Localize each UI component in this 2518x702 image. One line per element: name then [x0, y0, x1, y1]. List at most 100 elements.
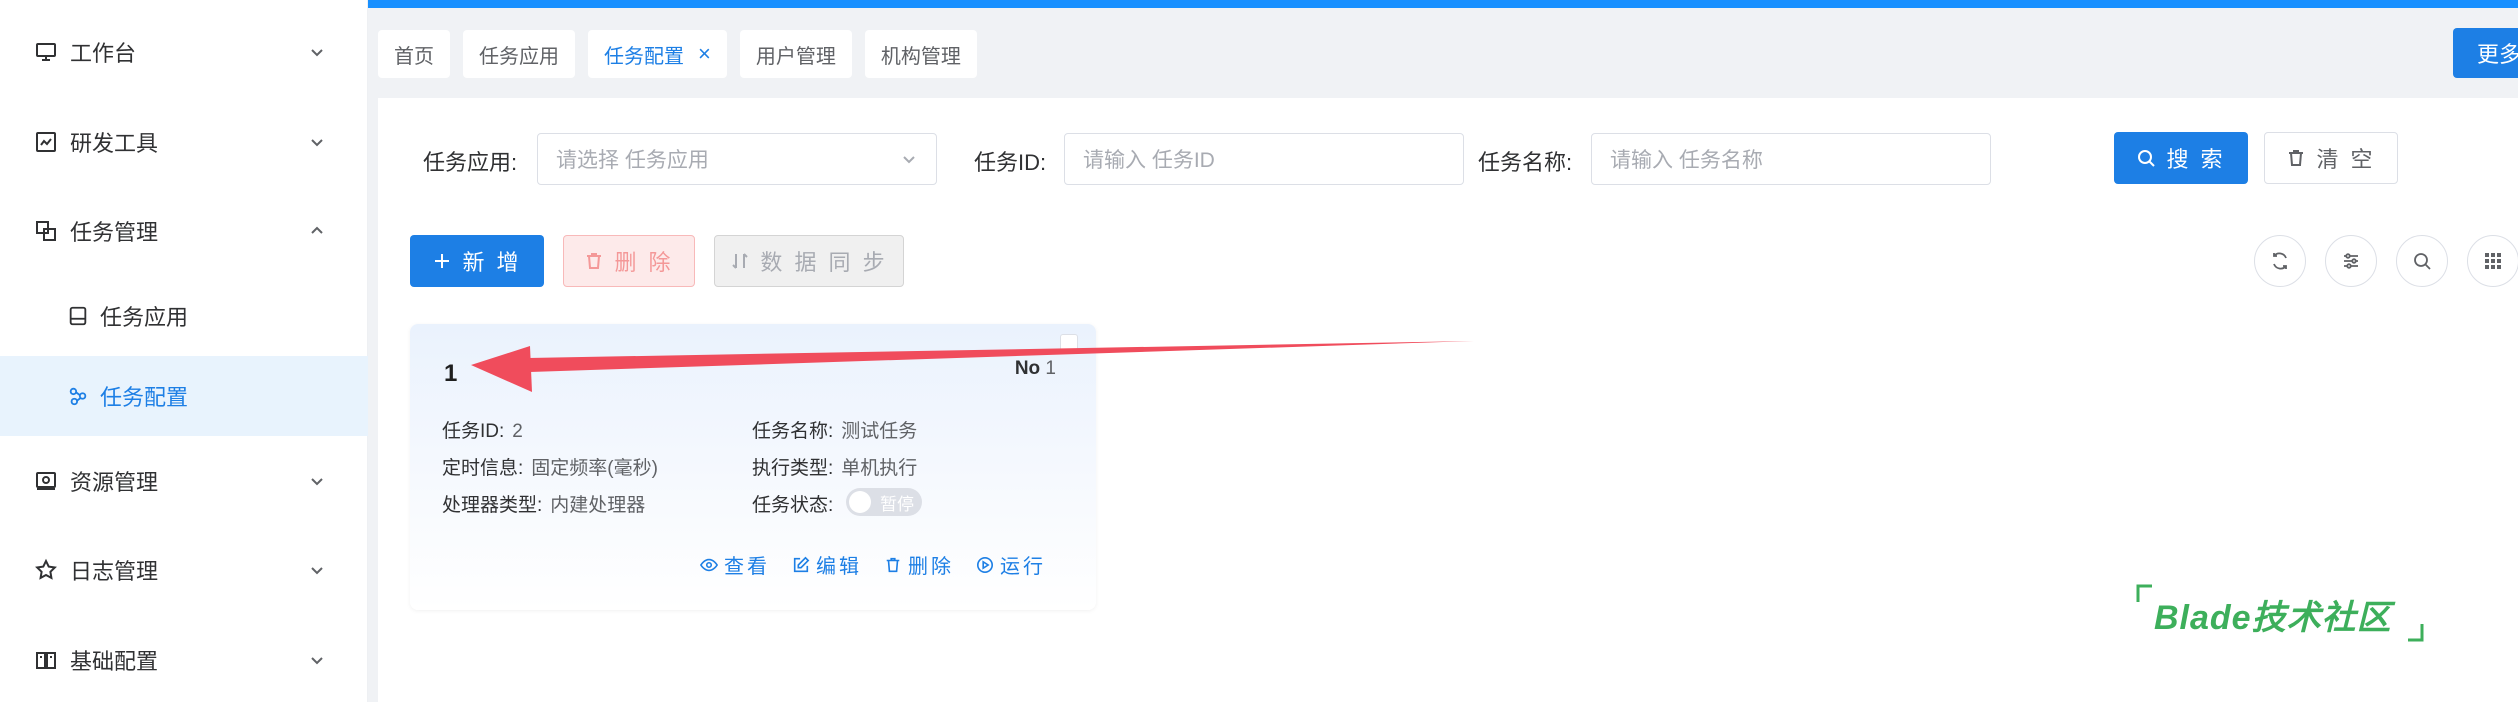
- sidebar-item-dev-tools[interactable]: 研发工具: [0, 97, 368, 187]
- tab-label: 任务配置: [604, 45, 684, 68]
- task-name-input[interactable]: 请输入 任务名称: [1591, 133, 1991, 185]
- search-button[interactable]: 搜 索: [2114, 132, 2248, 184]
- book-icon: [32, 646, 60, 674]
- sync-button-label: 数 据 同 步: [760, 250, 888, 275]
- clear-button-label: 清 空: [2316, 147, 2376, 172]
- tab-home[interactable]: 首页: [378, 30, 450, 78]
- task-name-label: 任务名称:: [1478, 150, 1573, 175]
- status-switch[interactable]: 暂停: [846, 488, 922, 516]
- task-icon: [32, 217, 60, 245]
- field-value: 2: [512, 421, 523, 442]
- task-app-placeholder: 请选择 任务应用: [556, 149, 709, 172]
- field-handler: 处理器类型: 内建处理器: [442, 490, 645, 517]
- watermark-text: Blade技术社区: [2154, 599, 2392, 637]
- task-id-input[interactable]: 请输入 任务ID: [1064, 133, 1464, 185]
- sidebar-item-task-management[interactable]: 任务管理: [0, 186, 368, 276]
- chevron-down-icon: [311, 657, 323, 665]
- field-schedule: 定时信息: 固定频率(毫秒): [442, 453, 658, 480]
- card-title: 1: [444, 360, 458, 387]
- field-value: 测试任务: [841, 421, 918, 442]
- search-icon: [2136, 148, 2156, 168]
- tab-task-config[interactable]: 任务配置 ×: [588, 30, 727, 78]
- more-button[interactable]: 更多: [2453, 28, 2518, 78]
- add-button-label: 新 增: [462, 250, 522, 275]
- play-circle-icon: [976, 556, 994, 574]
- sidebar-item-label: 日志管理: [70, 559, 159, 584]
- card-no-value: 1: [1045, 358, 1056, 379]
- sidebar-item-label: 基础配置: [70, 649, 159, 674]
- task-id-label: 任务ID:: [974, 150, 1047, 175]
- card-checkbox[interactable]: [1060, 334, 1078, 352]
- app-icon: [64, 302, 92, 330]
- task-name-placeholder: 请输入 任务名称: [1610, 149, 1763, 172]
- sidebar-subitem-label: 任务配置: [100, 385, 189, 410]
- watermark-logo: Blade技术社区: [2130, 578, 2430, 648]
- delete-action[interactable]: 删除: [884, 550, 954, 579]
- tab-org-management[interactable]: 机构管理: [864, 30, 977, 78]
- field-label: 定时信息:: [442, 458, 524, 479]
- card-number: No 1: [1015, 358, 1056, 380]
- chevron-up-icon: [311, 226, 323, 234]
- run-action[interactable]: 运行: [976, 550, 1046, 579]
- chevron-down-icon: [311, 49, 323, 57]
- field-status: 任务状态:: [752, 490, 833, 517]
- trash-icon: [2286, 148, 2306, 168]
- tab-label: 首页: [394, 45, 434, 68]
- edit-icon: [792, 556, 810, 574]
- tab-label: 用户管理: [755, 45, 836, 68]
- tab-bar: 首页 任务应用 任务配置 × 用户管理 机构管理: [378, 30, 977, 78]
- star-icon: [32, 556, 60, 584]
- view-action[interactable]: 查看: [700, 550, 770, 579]
- chevron-down-icon: [311, 139, 323, 147]
- refresh-button[interactable]: [2254, 235, 2306, 287]
- sidebar-subitem-task-config[interactable]: 任务配置: [0, 356, 368, 436]
- sidebar-item-label: 研发工具: [70, 131, 159, 156]
- clear-button[interactable]: 清 空: [2264, 132, 2398, 184]
- resource-icon: [32, 467, 60, 495]
- more-label: 更多: [2477, 42, 2518, 67]
- field-task-id: 任务ID: 2: [442, 416, 523, 443]
- sidebar-item-workbench[interactable]: 工作台: [0, 7, 368, 97]
- sidebar-item-resource[interactable]: 资源管理: [0, 436, 368, 526]
- task-app-label: 任务应用:: [423, 150, 518, 175]
- tab-user-management[interactable]: 用户管理: [739, 30, 852, 78]
- sync-button[interactable]: 数 据 同 步: [714, 235, 904, 287]
- filter-button[interactable]: [2325, 235, 2377, 287]
- top-accent-bar: [368, 0, 2518, 8]
- sidebar-subitem-label: 任务应用: [100, 305, 189, 330]
- edit-action-label: 编辑: [816, 556, 862, 578]
- sidebar-item-basic-config[interactable]: 基础配置: [0, 615, 368, 702]
- add-button[interactable]: 新 增: [410, 235, 544, 287]
- grid-view-button[interactable]: [2467, 235, 2518, 287]
- field-value: 单机执行: [841, 458, 918, 479]
- search-icon: [2414, 253, 2431, 270]
- trash-icon: [884, 556, 902, 574]
- close-icon[interactable]: ×: [698, 41, 711, 67]
- task-card[interactable]: 1 No 1 任务ID: 2 任务名称: 测试任务 定时信息: 固定频率(毫秒) 执行…: [410, 324, 1096, 610]
- sidebar-item-label: 任务管理: [70, 220, 159, 245]
- field-label: 执行类型:: [752, 458, 834, 479]
- field-exec-type: 执行类型: 单机执行: [752, 453, 917, 480]
- tab-task-app[interactable]: 任务应用: [463, 30, 575, 78]
- toggle-search-button[interactable]: [2396, 235, 2448, 287]
- edit-action[interactable]: 编辑: [792, 550, 862, 579]
- refresh-icon: [2273, 252, 2287, 270]
- eye-icon: [700, 556, 718, 574]
- switch-label: 暂停: [880, 494, 914, 514]
- field-task-name: 任务名称: 测试任务: [752, 416, 917, 443]
- sidebar-item-log[interactable]: 日志管理: [0, 525, 368, 615]
- field-label: 任务状态:: [752, 495, 834, 516]
- delete-button[interactable]: 删 除: [563, 235, 695, 287]
- delete-action-label: 删除: [908, 556, 954, 578]
- tab-label: 任务应用: [479, 45, 559, 68]
- chevron-down-icon: [903, 156, 915, 164]
- sidebar-subitem-task-app[interactable]: 任务应用: [0, 276, 368, 356]
- card-no-label: No: [1014, 358, 1041, 379]
- plus-icon: [432, 251, 452, 271]
- sliders-icon: [2344, 253, 2358, 269]
- delete-button-label: 删 除: [614, 250, 674, 275]
- sidebar-item-label: 工作台: [70, 41, 137, 66]
- chevron-down-icon: [311, 567, 323, 575]
- config-icon: [64, 382, 92, 410]
- task-app-select[interactable]: 请选择 任务应用: [537, 133, 937, 185]
